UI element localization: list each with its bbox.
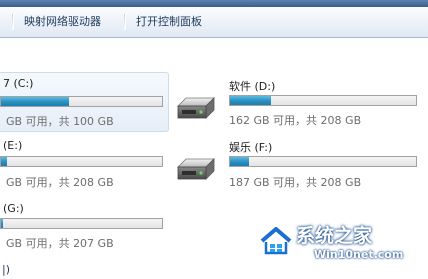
hard-drive-icon	[177, 158, 215, 180]
drive-name: 娱乐 (F:)	[229, 141, 273, 154]
drive-usage-bar	[229, 156, 417, 167]
site-watermark: 系统之家 Win10net.com	[258, 219, 428, 279]
drive-name: (E:)	[3, 139, 23, 152]
drive-tile-e[interactable]: (E:) GB 可用，共 208 GB	[0, 135, 168, 193]
toolbar-separator	[124, 14, 126, 30]
drive-usage-fill	[230, 96, 271, 105]
drive-usage-bar	[0, 218, 163, 229]
drive-usage-bar	[229, 95, 417, 106]
drive-tile-d[interactable]: 软件 (D:) 162 GB 可用，共 208 GB	[172, 72, 422, 130]
drive-name: (G:)	[3, 202, 24, 215]
drive-tile-g[interactable]: (G:) GB 可用，共 207 GB	[0, 198, 168, 254]
toolbar-separator	[12, 14, 14, 30]
drive-free-space: GB 可用，共 207 GB	[6, 237, 114, 250]
drive-name: 软件 (D:)	[229, 80, 276, 93]
drive-usage-fill	[1, 219, 3, 228]
watermark-title: 系统之家	[296, 225, 373, 247]
open-control-panel-button[interactable]: 打开控制面板	[132, 7, 206, 37]
watermark-logo-icon	[260, 227, 292, 255]
hard-drive-icon	[177, 97, 215, 119]
toolbar: 映射网络驱动器 打开控制面板	[0, 7, 428, 38]
section-header-fragment: |)	[2, 263, 10, 276]
drive-tile-f[interactable]: 娱乐 (F:) 187 GB 可用，共 208 GB	[172, 135, 422, 193]
drive-name: 7 (C:)	[3, 77, 34, 90]
drive-usage-fill	[1, 97, 69, 106]
drive-usage-fill	[230, 157, 249, 166]
drive-free-space: 162 GB 可用，共 208 GB	[229, 114, 362, 127]
drive-usage-bar	[0, 96, 163, 107]
watermark-url: Win10net.com	[314, 248, 404, 261]
window-top-strip	[0, 0, 428, 7]
map-network-drive-button[interactable]: 映射网络驱动器	[20, 7, 105, 37]
drive-free-space: GB 可用，共 100 GB	[6, 115, 114, 128]
drive-usage-fill	[1, 157, 8, 166]
drive-free-space: GB 可用，共 208 GB	[6, 176, 114, 189]
drive-free-space: 187 GB 可用，共 208 GB	[229, 176, 362, 189]
drive-usage-bar	[0, 156, 163, 167]
drive-tile-c[interactable]: 7 (C:) GB 可用，共 100 GB	[0, 72, 169, 132]
